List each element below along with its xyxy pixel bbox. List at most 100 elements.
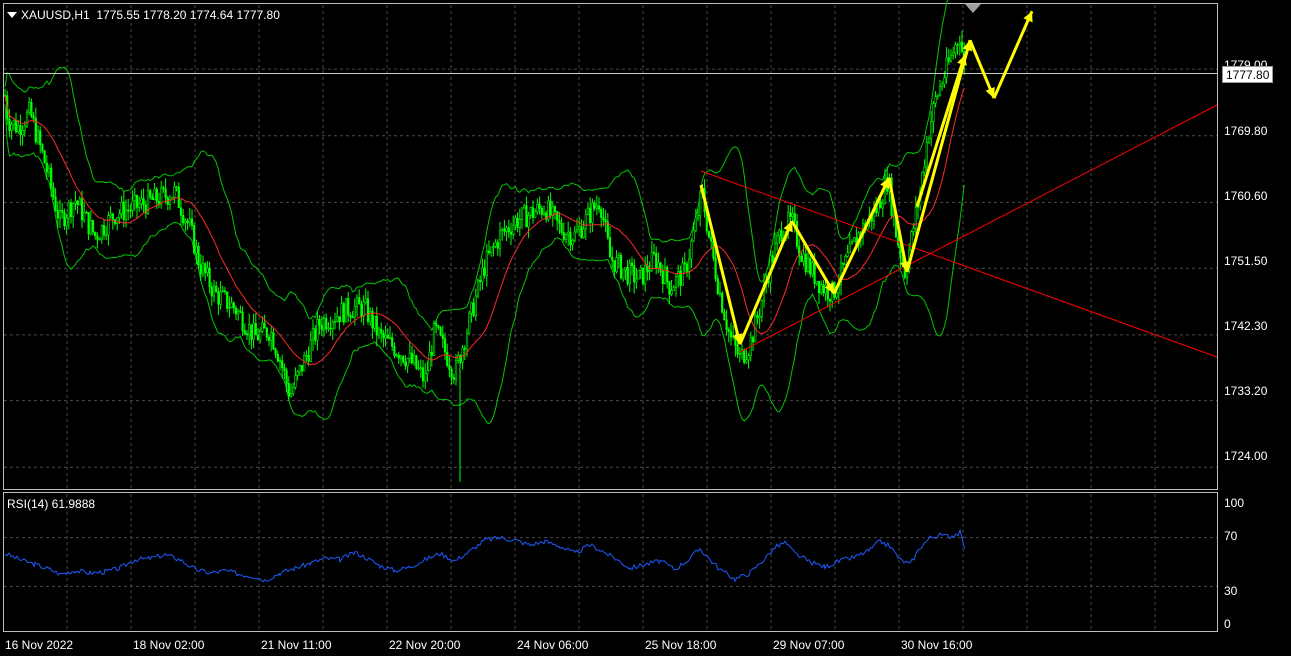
candle-body [578, 226, 581, 230]
candle-body [604, 219, 607, 223]
candle-body [637, 269, 640, 280]
candle-body [450, 369, 453, 378]
candle-body [584, 214, 587, 230]
candle-body [259, 331, 262, 341]
candle-body [131, 200, 134, 211]
candle-body [419, 367, 422, 369]
candle-body [52, 186, 55, 198]
candle-body [124, 209, 128, 220]
candle-body [624, 267, 627, 271]
candle-body [881, 203, 884, 209]
price-tick-2: 1760.60 [1224, 189, 1268, 203]
time-tick-8: 30 Nov 16:00 [901, 638, 973, 652]
rsi-panel[interactable] [3, 492, 1218, 632]
candle-body [820, 284, 823, 293]
candle-body [135, 195, 139, 208]
candle-body [98, 238, 101, 241]
candle-body [43, 150, 46, 164]
candle-body [373, 315, 376, 329]
candle-body [254, 323, 257, 336]
candle-body [608, 237, 612, 258]
candle-body [842, 262, 845, 265]
candle-body [615, 257, 618, 272]
candle-body [600, 208, 603, 218]
candle-body [177, 186, 180, 209]
candle-body [485, 250, 488, 276]
candle-body [470, 302, 473, 314]
candle-body [815, 281, 818, 284]
rsi-label: RSI(14) 61.9888 [7, 497, 96, 511]
candle-body [536, 203, 539, 212]
candle-body [153, 188, 156, 201]
candle-body [696, 215, 700, 219]
candle-body [747, 355, 750, 361]
candle-body [274, 348, 277, 355]
candle-body [56, 209, 59, 219]
candle-body [349, 314, 352, 318]
candle-body [107, 215, 110, 236]
candle-body [129, 209, 132, 212]
candle-body [936, 94, 939, 97]
current-price-tag: 1777.80 [1222, 66, 1274, 83]
candle-body [118, 213, 121, 218]
candle-body [105, 234, 108, 237]
candle-body [848, 242, 851, 253]
candle-body [388, 337, 392, 339]
candle-body [778, 230, 781, 237]
candle-body [670, 290, 673, 295]
candle-body [564, 234, 568, 240]
candle-body [531, 207, 535, 218]
candle-body [36, 130, 40, 143]
candle-body [912, 228, 915, 232]
candle-body [527, 214, 530, 228]
candle-body [287, 383, 290, 397]
candle-body [39, 130, 42, 145]
candle-body [448, 365, 451, 370]
candle-body [215, 285, 218, 293]
dropdown-icon[interactable] [7, 12, 17, 18]
candle-body [553, 206, 557, 212]
candle-body [516, 217, 519, 228]
candle-body [303, 355, 306, 372]
candle-body [661, 271, 664, 285]
candle-body [369, 310, 372, 322]
candle-body [199, 264, 202, 275]
candle-body [681, 262, 684, 286]
candle-body [184, 220, 187, 224]
candle-body [175, 186, 178, 189]
candle-body [17, 125, 20, 133]
candle-body [188, 218, 191, 224]
candle-body [641, 267, 645, 285]
candle-body [932, 103, 935, 122]
candle-body [602, 217, 605, 220]
candle-body [927, 137, 931, 143]
candle-body [364, 298, 367, 303]
price-tick-5: 1733.20 [1224, 384, 1268, 398]
candle-body [404, 361, 407, 367]
candle-body [780, 230, 783, 242]
candle-body [751, 337, 755, 343]
candle-body [164, 188, 167, 198]
symbol-label: XAUUSD,H1 [21, 8, 90, 22]
candle-body [446, 351, 449, 366]
candle-body [197, 246, 200, 266]
candle-body [63, 211, 66, 227]
candle-body [160, 187, 163, 205]
candle-body [399, 355, 403, 359]
candle-body [344, 298, 348, 323]
candle-body [149, 190, 152, 198]
chart-canvas[interactable] [0, 0, 1291, 656]
candle-body [87, 212, 90, 235]
candle-body [562, 232, 565, 240]
candle-body [580, 226, 583, 238]
candle-body [23, 125, 26, 131]
candle-body [338, 316, 341, 322]
candle-body [212, 285, 216, 297]
candle-body [795, 220, 799, 247]
candle-body [142, 198, 145, 206]
candle-body [256, 334, 260, 341]
candle-body [628, 262, 631, 284]
candle-body [272, 332, 275, 350]
candle-body [648, 270, 651, 273]
candle-body [958, 42, 961, 45]
